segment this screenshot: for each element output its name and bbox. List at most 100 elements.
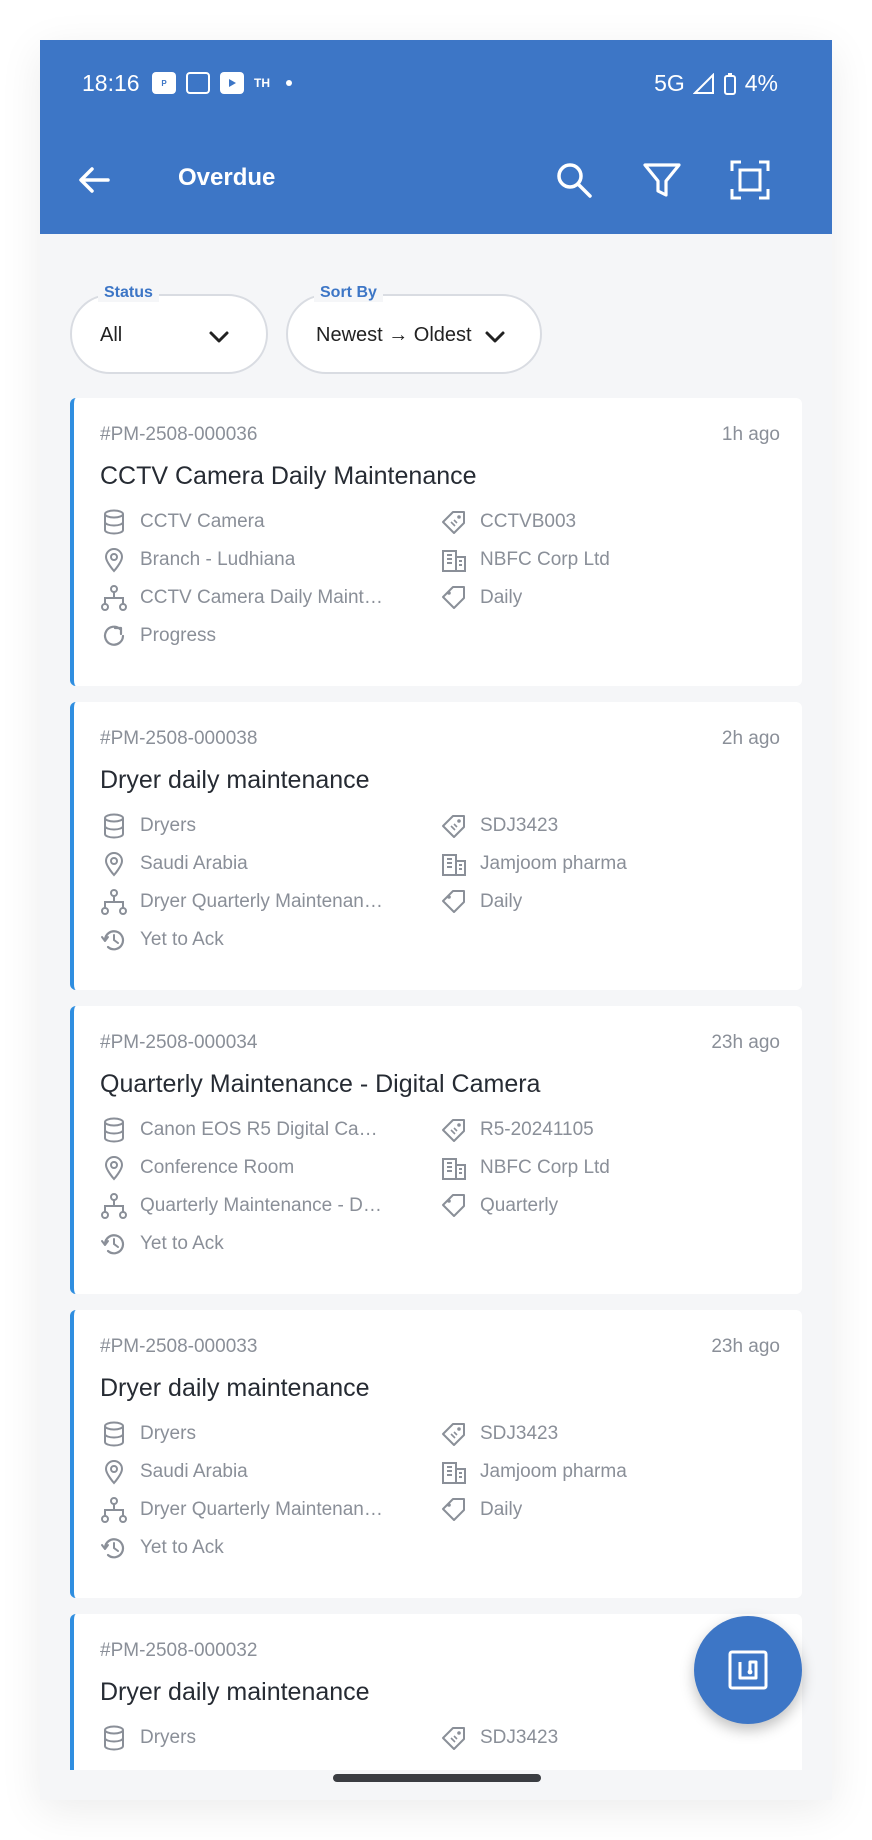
card-id: #PM-2508-000038 [100,728,258,749]
schedule-name: Quarterly Maintenance - D… [140,1195,382,1216]
frequency-row: Daily [440,584,780,612]
back-arrow-icon[interactable] [74,160,114,200]
maintenance-card[interactable]: #PM-2508-000038 2h ago Dryer daily maint… [70,702,802,990]
signal-icon [692,72,714,94]
frequency: Daily [480,587,523,608]
search-icon[interactable] [552,158,596,202]
company: Jamjoom pharma [480,853,627,874]
company-row: NBFC Corp Ltd [440,1154,780,1182]
hierarchy-icon [101,1497,127,1523]
asset-code: SDJ3423 [480,1423,559,1444]
code-row: SDJ3423 [440,1724,780,1752]
scan-icon[interactable] [728,158,772,202]
status-time: 18:16 [82,70,140,96]
page-title: Overdue [178,164,276,191]
tag-code-icon [442,1119,465,1142]
card-id: #PM-2508-000034 [100,1032,258,1053]
home-indicator[interactable] [333,1774,541,1782]
location: Conference Room [140,1157,295,1178]
location: Saudi Arabia [140,853,248,874]
company: Jamjoom pharma [480,1461,627,1482]
tag-icon [442,1498,465,1521]
system-status: 5G 4% [654,70,778,97]
history-icon [101,1538,125,1559]
card-time: 2h ago [721,728,780,749]
tag-icon [442,586,465,609]
status: Yet to Ack [140,1537,224,1558]
asset-name: Dryers [140,1423,196,1444]
code-row: CCTVB003 [440,508,780,536]
asset-row: Canon EOS R5 Digital Ca… [100,1116,420,1144]
app-bar: Overdue [40,128,832,234]
filter-icon[interactable] [640,158,684,202]
database-icon [104,1725,124,1751]
schedule-row: Dryer Quarterly Maintenan… [100,888,420,916]
status-row: Yet to Ack [100,1230,420,1258]
hierarchy-icon [101,889,127,915]
asset-code: R5-20241105 [480,1119,594,1140]
chevron-down-icon [209,331,229,343]
maintenance-card[interactable]: #PM-2508-000033 23h ago Dryer daily main… [70,1310,802,1598]
asset-code: SDJ3423 [480,815,559,836]
card-id: #PM-2508-000032 [100,1640,258,1661]
tag-code-icon [442,511,465,534]
card-title: Quarterly Maintenance - Digital Camera [100,1070,541,1098]
status: Yet to Ack [140,1233,224,1254]
asset-row: CCTV Camera [100,508,420,536]
asset-name: Dryers [140,815,196,836]
card-title: Dryer daily maintenance [100,1678,370,1706]
company: NBFC Corp Ltd [480,1157,610,1178]
location-pin-icon [104,1460,124,1485]
schedule-row: Dryer Quarterly Maintenan… [100,1496,420,1524]
maintenance-card[interactable]: #PM-2508-000036 1h ago CCTV Camera Daily… [70,398,802,686]
card-title: CCTV Camera Daily Maintenance [100,462,477,490]
location-row: Saudi Arabia [100,1458,420,1486]
history-icon [101,930,125,951]
company-row: Jamjoom pharma [440,1458,780,1486]
tag-code-icon [442,815,465,838]
card-time: 23h ago [711,1032,780,1053]
asset-code: CCTVB003 [480,511,577,532]
company: NBFC Corp Ltd [480,549,610,570]
chevron-down-icon [485,331,505,343]
database-icon [104,813,124,839]
schedule-name: CCTV Camera Daily Maint… [140,587,383,608]
location-row: Branch - Ludhiana [100,546,420,574]
status-bar: 18:16 P O TH 5G 4% [40,40,832,128]
sort-filter-value: Newest → Oldest [316,324,472,346]
location-pin-icon [104,1156,124,1181]
hierarchy-icon [101,585,127,611]
location: Branch - Ludhiana [140,549,296,570]
code-row: SDJ3423 [440,812,780,840]
maintenance-card[interactable]: #PM-2508-000034 23h ago Quarterly Mainte… [70,1006,802,1294]
hierarchy-icon [101,1193,127,1219]
tag-icon [442,1194,465,1217]
th-notification-icon: TH [254,76,270,90]
asset-row: Dryers [100,812,420,840]
status-filter[interactable]: Status All [70,284,268,374]
status-filter-label: Status [98,284,159,302]
location-row: Conference Room [100,1154,420,1182]
more-notifications-dot [286,80,292,86]
building-icon [442,550,466,572]
schedule-name: Dryer Quarterly Maintenan… [140,891,383,912]
asset-code: SDJ3423 [480,1727,559,1748]
building-icon [442,854,466,876]
paytm-icon: P [152,72,176,94]
frequency: Quarterly [480,1195,559,1216]
phone-screen: 18:16 P O TH 5G 4% Overdue Status All So… [40,40,832,1800]
company-row: NBFC Corp Ltd [440,546,780,574]
youtube-icon [220,72,244,94]
database-icon [104,509,124,535]
asset-name: Dryers [140,1727,196,1748]
status-row: Progress [100,622,420,650]
sort-filter[interactable]: Sort By Newest → Oldest [286,284,542,374]
card-id: #PM-2508-000033 [100,1336,258,1357]
tag-code-icon [442,1423,465,1446]
app-header: 18:16 P O TH 5G 4% Overdue [40,40,832,234]
nfc-icon [728,1650,768,1690]
location-pin-icon [104,548,124,573]
status: Yet to Ack [140,929,224,950]
asset-row: Dryers [100,1420,420,1448]
nfc-scan-fab[interactable] [694,1616,802,1724]
